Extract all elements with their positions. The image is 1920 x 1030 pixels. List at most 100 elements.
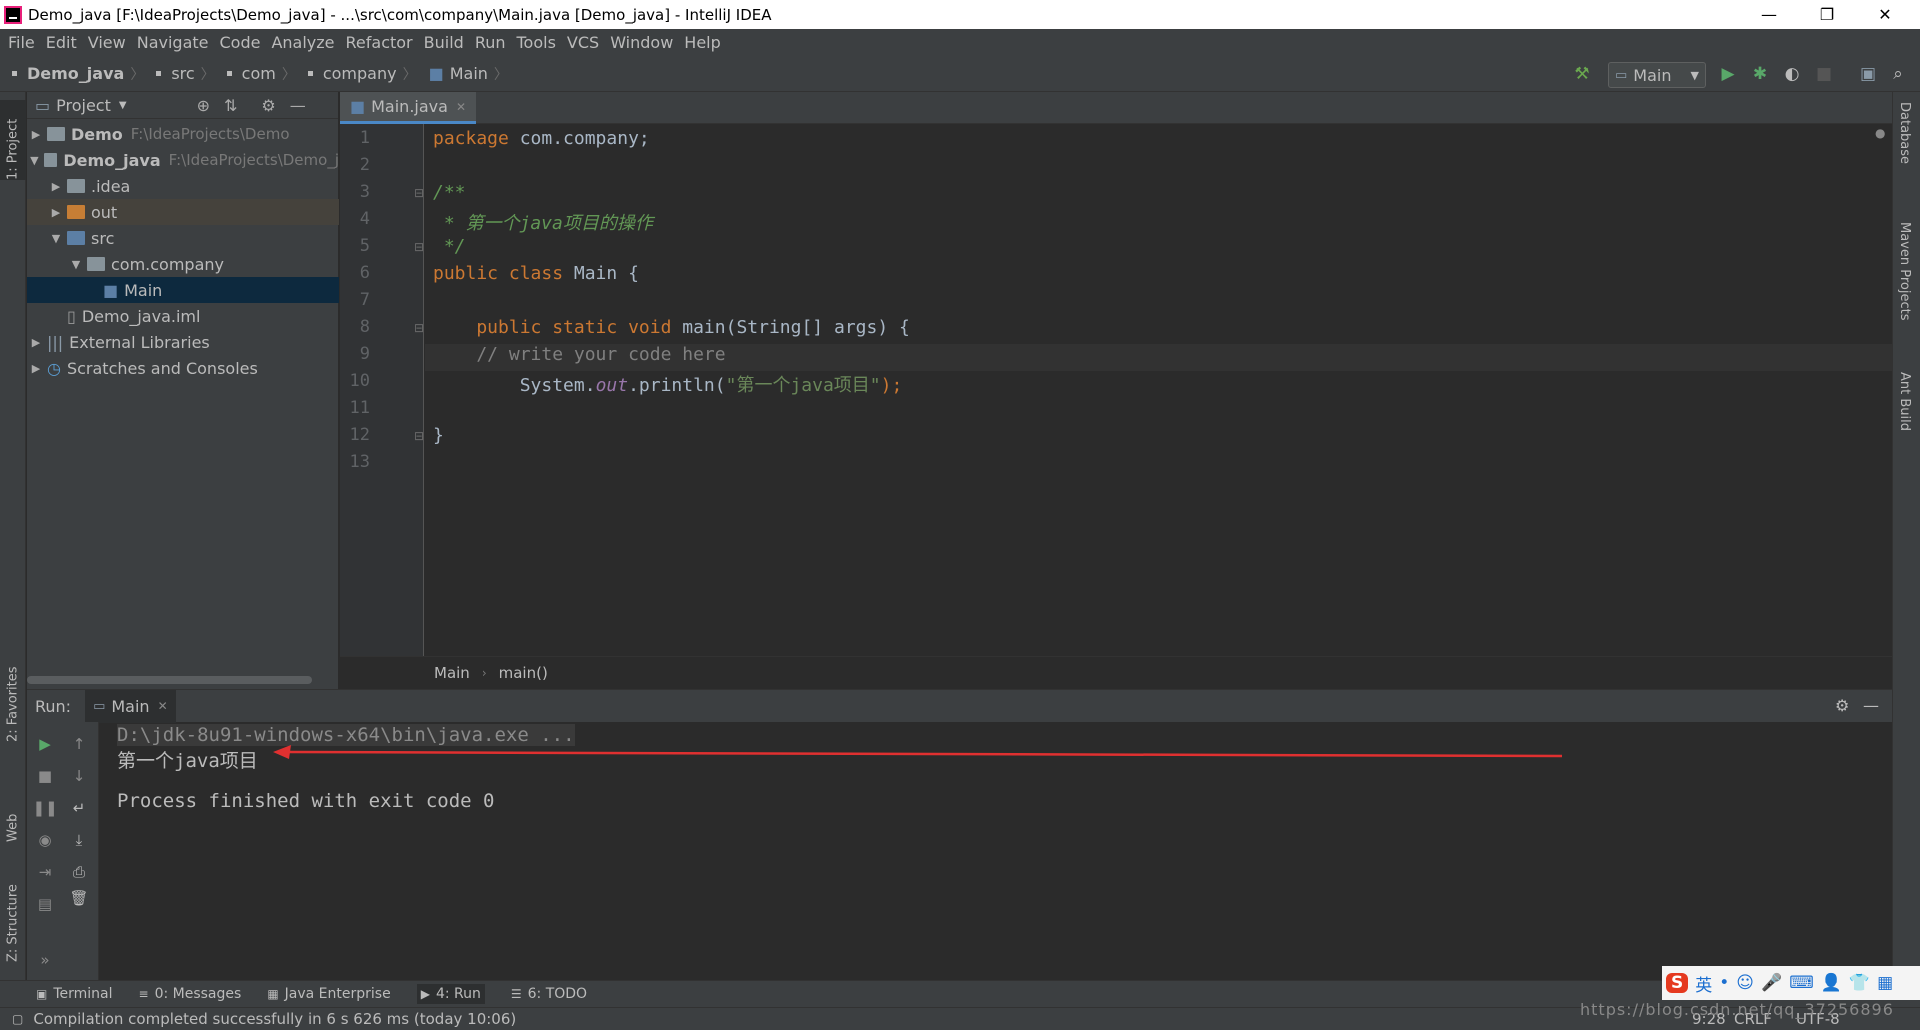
search-icon[interactable]: ⌕ bbox=[1888, 64, 1908, 84]
trash-icon[interactable]: 🗑 bbox=[67, 886, 91, 910]
expand-arrow-icon[interactable]: ▶ bbox=[29, 362, 43, 375]
tool-tab-structure[interactable]: Z: Structure bbox=[0, 862, 26, 962]
menu-help[interactable]: Help bbox=[684, 33, 720, 52]
editor-crumb-method[interactable]: main() bbox=[499, 664, 548, 682]
horizontal-scrollbar[interactable] bbox=[27, 676, 312, 684]
breadcrumb-src[interactable]: src 〉 bbox=[156, 64, 215, 84]
soft-wrap-icon[interactable]: ↵ bbox=[67, 796, 91, 820]
tool-tab-messages[interactable]: ≡ 0: Messages bbox=[139, 986, 242, 1002]
print-icon[interactable]: ⎙ bbox=[67, 860, 91, 884]
breadcrumb-main[interactable]: ■ Main 〉 bbox=[429, 64, 508, 84]
debug-icon[interactable]: ✱ bbox=[1750, 64, 1770, 84]
tree-item-main[interactable]: ■ Main bbox=[27, 277, 339, 303]
tree-item-out[interactable]: ▶ out bbox=[27, 199, 339, 225]
editor-crumb-class[interactable]: Main bbox=[434, 664, 470, 682]
up-arrow-icon[interactable]: ↑ bbox=[67, 732, 91, 756]
fold-icon[interactable]: ⊟ bbox=[414, 429, 424, 443]
tree-item-demo[interactable]: ▶ Demo F:\IdeaProjects\Demo bbox=[27, 121, 339, 147]
breadcrumb-project[interactable]: Demo_java 〉 bbox=[12, 64, 144, 84]
code-editor[interactable]: package com.company; /** * 第一个java项目的操作 … bbox=[425, 124, 1892, 656]
coverage-icon[interactable]: ◐ bbox=[1782, 64, 1802, 84]
sogou-logo-icon[interactable]: S bbox=[1666, 973, 1689, 993]
tree-item-scratches[interactable]: ▶ ◷ Scratches and Consoles bbox=[27, 355, 339, 381]
menu-view[interactable]: View bbox=[88, 33, 126, 52]
build-hammer-icon[interactable]: ⚒ bbox=[1572, 64, 1592, 84]
breadcrumb-com[interactable]: com 〉 bbox=[226, 64, 296, 84]
tree-item-src[interactable]: ▼ src bbox=[27, 225, 339, 251]
tool-tab-favorites[interactable]: 2: Favorites bbox=[0, 662, 26, 742]
scroll-to-end-icon[interactable]: ⤓ bbox=[67, 828, 91, 852]
menu-build[interactable]: Build bbox=[424, 33, 464, 52]
expand-arrow-icon[interactable]: ▶ bbox=[29, 336, 43, 349]
tool-tab-ant[interactable]: Ant Build bbox=[1897, 372, 1912, 431]
menu-vcs[interactable]: VCS bbox=[567, 33, 599, 52]
locate-icon[interactable]: ⊕ bbox=[197, 96, 210, 115]
expand-arrow-icon[interactable]: ▶ bbox=[29, 128, 43, 141]
run-icon[interactable]: ▶ bbox=[1718, 64, 1738, 84]
tab-main-java[interactable]: ■ Main.java ✕ bbox=[340, 92, 476, 124]
ime-lang[interactable]: 英 bbox=[1695, 971, 1712, 996]
menu-edit[interactable]: Edit bbox=[46, 33, 77, 52]
menu-refactor[interactable]: Refactor bbox=[346, 33, 413, 52]
fold-icon[interactable]: ⊟ bbox=[414, 186, 424, 200]
menu-window[interactable]: Window bbox=[610, 33, 673, 52]
tool-tab-run[interactable]: ▶ 4: Run bbox=[416, 984, 485, 1004]
menu-navigate[interactable]: Navigate bbox=[137, 33, 209, 52]
collapse-arrow-icon[interactable]: ▼ bbox=[29, 154, 40, 167]
tool-windows-toggle-icon[interactable]: ▢ bbox=[12, 1012, 23, 1026]
camera-icon[interactable]: ◉ bbox=[33, 828, 57, 852]
console-output[interactable]: D:\jdk-8u91-windows-x64\bin\java.exe ...… bbox=[107, 722, 1887, 980]
tree-item-idea[interactable]: ▶ .idea bbox=[27, 173, 339, 199]
ime-emoji-icon[interactable]: ☺ bbox=[1736, 973, 1754, 993]
close-button[interactable]: ✕ bbox=[1856, 0, 1914, 29]
layout-icon[interactable]: ▤ bbox=[33, 892, 57, 916]
collapse-all-icon[interactable]: ⇅ bbox=[224, 96, 237, 115]
status-message[interactable]: Compilation completed successfully in 6 … bbox=[33, 1010, 516, 1028]
expand-arrow-icon[interactable]: ▶ bbox=[49, 180, 63, 193]
inspection-indicator-icon[interactable]: ● bbox=[1875, 126, 1885, 140]
tree-item-external-libraries[interactable]: ▶ ||| External Libraries bbox=[27, 329, 339, 355]
expand-arrow-icon[interactable]: ▶ bbox=[49, 206, 63, 219]
rerun-icon[interactable]: ▶ bbox=[33, 732, 57, 756]
gear-icon[interactable]: ⚙ bbox=[261, 96, 275, 115]
menu-tools[interactable]: Tools bbox=[517, 33, 556, 52]
run-tab-main[interactable]: ▭ Main ✕ bbox=[85, 689, 176, 723]
menu-run[interactable]: Run bbox=[475, 33, 506, 52]
stop-icon[interactable]: ■ bbox=[1814, 64, 1834, 84]
hide-panel-icon[interactable]: — bbox=[1863, 696, 1879, 715]
tool-tab-todo[interactable]: ☰ 6: TODO bbox=[511, 986, 587, 1002]
tree-item-package[interactable]: ▼ com.company bbox=[27, 251, 339, 277]
gear-icon[interactable]: ⚙ bbox=[1835, 696, 1849, 715]
ime-keyboard-icon[interactable]: ⌨ bbox=[1789, 973, 1814, 993]
restore-button[interactable]: ❐ bbox=[1798, 0, 1856, 29]
tool-tab-project[interactable]: 1: Project bbox=[0, 100, 26, 180]
breadcrumb-company[interactable]: company 〉 bbox=[307, 64, 417, 84]
minimize-button[interactable]: — bbox=[1740, 0, 1798, 29]
ime-user-icon[interactable]: 👤 bbox=[1821, 973, 1842, 993]
tool-tab-web[interactable]: Web bbox=[0, 782, 26, 842]
run-config-select[interactable]: ▭ Main ▼ bbox=[1608, 62, 1706, 88]
tool-tab-java-enterprise[interactable]: ▦ Java Enterprise bbox=[267, 986, 390, 1002]
project-view-select[interactable]: Project bbox=[56, 96, 111, 115]
close-tab-icon[interactable]: ✕ bbox=[158, 699, 168, 713]
ime-voice-icon[interactable]: 🎤 bbox=[1761, 973, 1782, 993]
chevron-down-icon[interactable]: ▼ bbox=[119, 100, 127, 111]
ime-skin-icon[interactable]: 👕 bbox=[1849, 973, 1870, 993]
project-structure-icon[interactable]: ▣ bbox=[1858, 64, 1878, 84]
tool-tab-terminal[interactable]: ▣ Terminal bbox=[36, 986, 113, 1002]
ime-toolbox-icon[interactable]: ▦ bbox=[1877, 973, 1893, 993]
stop-icon[interactable]: ■ bbox=[33, 764, 57, 788]
menu-code[interactable]: Code bbox=[220, 33, 261, 52]
fold-icon[interactable]: ⊟ bbox=[414, 240, 424, 254]
tool-tab-database[interactable]: Database bbox=[1897, 102, 1912, 164]
menu-analyze[interactable]: Analyze bbox=[271, 33, 334, 52]
menu-file[interactable]: File bbox=[8, 33, 35, 52]
tree-item-iml[interactable]: ▯ Demo_java.iml bbox=[27, 303, 339, 329]
tree-item-demo-java[interactable]: ▼ Demo_java F:\IdeaProjects\Demo_j bbox=[27, 147, 339, 173]
more-icon[interactable]: » bbox=[33, 948, 57, 972]
down-arrow-icon[interactable]: ↓ bbox=[67, 764, 91, 788]
ime-punct-icon[interactable]: • bbox=[1719, 973, 1729, 993]
exit-icon[interactable]: ⇥ bbox=[33, 860, 57, 884]
pause-icon[interactable]: ❚❚ bbox=[32, 796, 57, 820]
hide-panel-icon[interactable]: — bbox=[290, 96, 306, 115]
